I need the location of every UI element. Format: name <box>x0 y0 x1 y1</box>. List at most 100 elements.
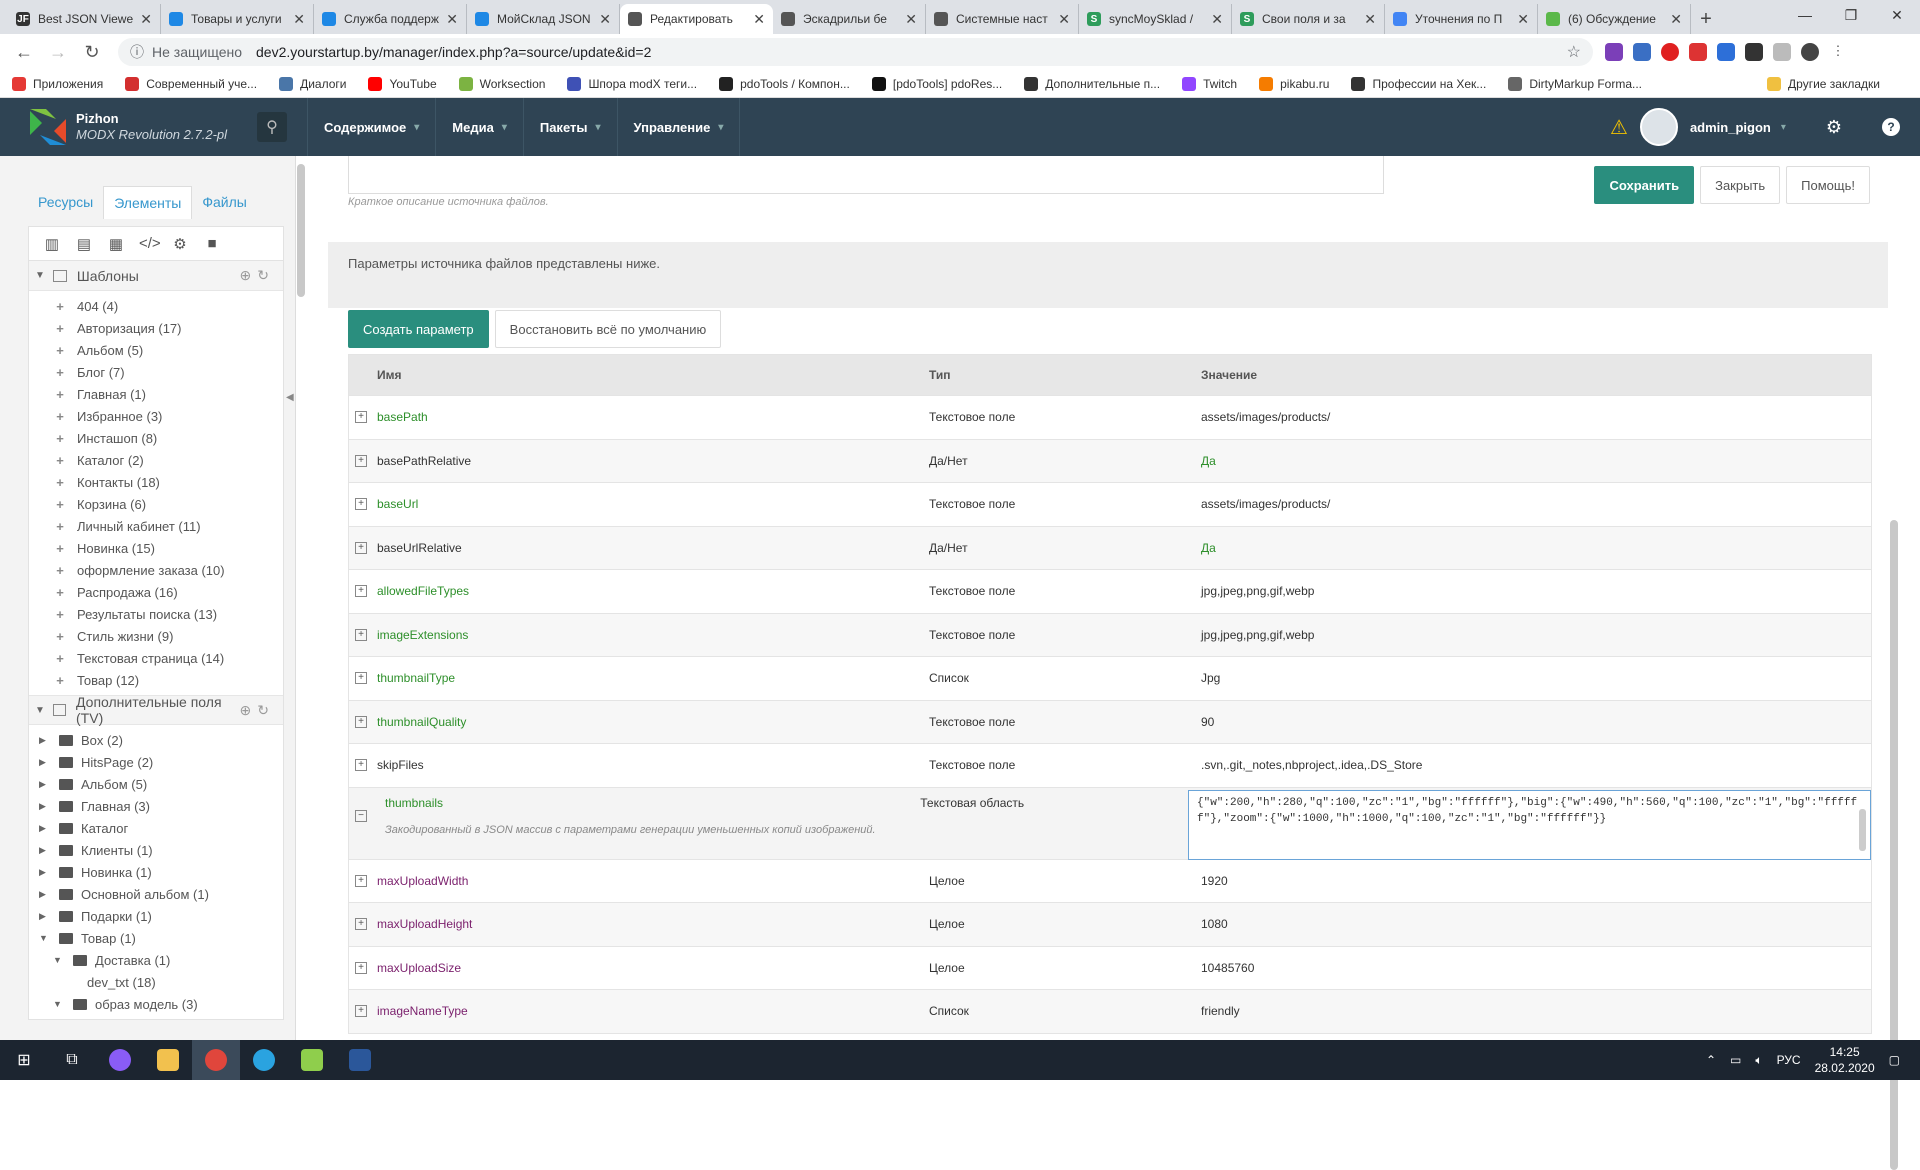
bookmark-item[interactable]: YouTube <box>368 76 437 91</box>
word-icon[interactable] <box>336 1040 384 1080</box>
bookmark-item[interactable]: pdoTools / Компон... <box>719 76 850 91</box>
create-parameter-button[interactable]: Создать параметр <box>348 310 489 348</box>
param-value[interactable]: 1080 <box>1193 917 1871 931</box>
expand-row-icon[interactable]: + <box>355 628 367 641</box>
tv-category-item[interactable]: ▶ Клиенты (1) <box>29 839 283 861</box>
tab-resources[interactable]: Ресурсы <box>28 186 103 219</box>
close-tab-icon[interactable]: ✕ <box>1211 11 1223 28</box>
browser-tab[interactable]: SsyncMoySklad / ✕ <box>1079 4 1232 34</box>
username[interactable]: admin_pigon <box>1690 120 1771 135</box>
snippet-icon[interactable]: </> <box>139 235 161 252</box>
template-item[interactable]: + Товар (12) <box>29 669 283 691</box>
help-icon[interactable]: ? <box>1882 118 1900 136</box>
bookmark-star-icon[interactable]: ☆ <box>1567 42 1581 62</box>
close-tab-icon[interactable]: ✕ <box>446 11 458 28</box>
table-row[interactable]: + basePath Текстовое поле assets/images/pro… <box>349 395 1871 439</box>
tv-category-item[interactable]: ▶ Box (2) <box>29 729 283 751</box>
expand-row-icon[interactable]: + <box>355 672 367 685</box>
browser-tab[interactable]: Системные наст ✕ <box>926 4 1079 34</box>
tv-category-item[interactable]: ▶ Альбом (5) <box>29 773 283 795</box>
close-tab-icon[interactable]: ✕ <box>599 11 611 28</box>
param-value[interactable]: assets/images/products/ <box>1193 410 1871 424</box>
tv-category-item[interactable]: ▶ Подарки (1) <box>29 905 283 927</box>
expand-row-icon[interactable]: + <box>355 411 367 424</box>
bookmark-item[interactable]: pikabu.ru <box>1259 76 1329 91</box>
chrome-icon[interactable] <box>192 1040 240 1080</box>
reset-defaults-button[interactable]: Восстановить всё по умолчанию <box>494 310 722 348</box>
chunk-icon[interactable]: ▦ <box>107 235 125 253</box>
table-row[interactable]: + imageNameType Список friendly <box>349 989 1871 1033</box>
param-value[interactable]: .svn,.git,_notes,nbproject,.idea,.DS_Sto… <box>1193 758 1871 772</box>
template-item[interactable]: + Текстовая страница (14) <box>29 647 283 669</box>
caret-down-icon[interactable]: ▼ <box>53 955 63 965</box>
add-refresh-icons[interactable]: ⊕↻ <box>240 702 275 719</box>
param-value[interactable]: 1920 <box>1193 874 1871 888</box>
table-row[interactable]: + thumbnailQuality Текстовое поле 90 <box>349 699 1871 743</box>
bookmark-item[interactable]: Современный уче... <box>125 76 257 91</box>
close-tab-icon[interactable]: ✕ <box>1364 11 1376 28</box>
thumbnails-json-textarea[interactable]: {"w":200,"h":280,"q":100,"zc":"1","bg":"… <box>1188 789 1871 860</box>
other-bookmarks[interactable]: Другие закладки <box>1767 76 1880 91</box>
new-tab-button[interactable]: + <box>1691 4 1721 34</box>
template-item[interactable]: + Каталог (2) <box>29 449 283 471</box>
table-row[interactable]: + thumbnailType Список Jpg <box>349 656 1871 700</box>
bookmark-item[interactable]: Worksection <box>458 76 545 91</box>
param-value[interactable]: Jpg <box>1193 671 1871 685</box>
bookmark-item[interactable]: DirtyMarkup Forma... <box>1508 76 1642 91</box>
param-value[interactable]: jpg,jpeg,png,gif,webp <box>1193 584 1871 598</box>
bookmark-item[interactable]: Диалоги <box>279 76 346 91</box>
tv-category-item[interactable]: ▶ Каталог <box>29 817 283 839</box>
table-row[interactable]: + allowedFileTypes Текстовое поле jpg,jpeg,… <box>349 569 1871 613</box>
close-tab-icon[interactable]: ✕ <box>140 11 152 28</box>
param-value[interactable]: Да <box>1193 454 1871 468</box>
extension-icon[interactable] <box>1773 43 1791 61</box>
extension-icon[interactable] <box>1745 43 1763 61</box>
extension-icon[interactable] <box>1661 43 1679 61</box>
browser-tab[interactable]: Эскадрильи бе ✕ <box>773 4 926 34</box>
expand-row-icon[interactable]: + <box>355 498 367 511</box>
expand-row-icon[interactable]: + <box>355 1005 367 1018</box>
expand-row-icon[interactable]: + <box>355 454 367 467</box>
alice-icon[interactable] <box>96 1040 144 1080</box>
notifications-icon[interactable]: ▢ <box>1889 1053 1900 1067</box>
browser-tab[interactable]: Служба поддерж ✕ <box>314 4 467 34</box>
template-item[interactable]: + Личный кабинет (11) <box>29 515 283 537</box>
menu-content[interactable]: Содержимое <box>307 98 435 156</box>
minimize-icon[interactable]: — <box>1782 0 1828 30</box>
network-icon[interactable]: ▭ <box>1730 1053 1741 1067</box>
bookmark-item[interactable]: Приложения <box>12 76 103 91</box>
profile-avatar[interactable] <box>1801 43 1819 61</box>
expand-row-icon[interactable]: + <box>355 715 367 728</box>
add-refresh-icons[interactable]: ⊕↻ <box>240 267 275 284</box>
windows-start-icon[interactable]: ⊞ <box>0 1040 48 1080</box>
browser-tab[interactable]: S Свои поля и за ✕ <box>1232 4 1385 34</box>
template-icon[interactable]: ▥ <box>43 235 61 253</box>
table-row[interactable]: + baseUrl Текстовое поле assets/images/prod… <box>349 482 1871 526</box>
expand-row-icon[interactable]: + <box>355 759 367 772</box>
param-value[interactable]: jpg,jpeg,png,gif,webp <box>1193 628 1871 642</box>
browser-tab[interactable]: Товары и услуги ✕ <box>161 4 314 34</box>
tv-icon[interactable]: ▤ <box>75 235 93 253</box>
sidebar-scrollbar[interactable] <box>297 164 305 297</box>
menu-packages[interactable]: Пакеты <box>522 98 617 156</box>
tv-category-item[interactable]: dev_txt (18) <box>29 971 283 993</box>
reload-icon[interactable]: ↻ <box>78 38 106 66</box>
close-button[interactable]: Закрыть <box>1700 166 1781 204</box>
textarea-scrollbar[interactable] <box>1859 808 1866 851</box>
browser-tab[interactable]: МойСклад JSON ✕ <box>467 4 620 34</box>
description-field[interactable] <box>348 156 1384 194</box>
close-tab-icon[interactable]: ✕ <box>1517 11 1529 28</box>
browser-tab[interactable]: (6) Обсуждение ✕ <box>1538 4 1691 34</box>
template-item[interactable]: + Авторизация (17) <box>29 317 283 339</box>
tab-files[interactable]: Файлы <box>192 186 256 219</box>
warning-icon[interactable]: ⚠ <box>1610 115 1628 140</box>
template-item[interactable]: + Блог (7) <box>29 361 283 383</box>
gear-icon[interactable]: ⚙ <box>1826 117 1842 138</box>
browser-tab[interactable]: Редактировать ✕ <box>620 4 773 34</box>
tv-category-item[interactable]: ▶ Главная (3) <box>29 795 283 817</box>
param-value[interactable]: assets/images/products/ <box>1193 497 1871 511</box>
template-item[interactable]: + Результаты поиска (13) <box>29 603 283 625</box>
caret-down-icon[interactable]: ▼ <box>35 705 45 716</box>
table-row[interactable]: + maxUploadHeight Целое 1080 <box>349 902 1871 946</box>
url-field[interactable]: ⓘ Не защищено dev2.yourstartup.by/manage… <box>118 38 1593 66</box>
